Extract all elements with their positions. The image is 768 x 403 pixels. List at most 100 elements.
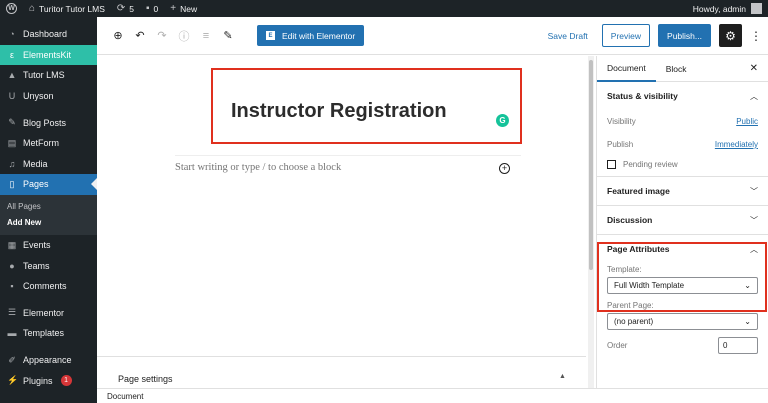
account-menu[interactable]: Howdy, admin (693, 3, 768, 14)
sidebar-item-unyson[interactable]: U Unyson (0, 86, 97, 107)
elementskit-icon: ε (9, 49, 14, 60)
avatar (751, 3, 762, 14)
sidebar-item-comments[interactable]: ▪ Comments (0, 276, 97, 297)
close-icon[interactable]: ✕ (750, 63, 758, 74)
title-divider (175, 155, 521, 156)
chevron-down-icon: ⌄ (744, 317, 751, 326)
sidebar-item-pages[interactable]: ▯ Pages (0, 174, 97, 195)
pending-review-checkbox[interactable] (607, 159, 616, 169)
refresh-icon: ⟳ (116, 3, 126, 14)
edit-with-elementor-button[interactable]: E Edit with Elementor (257, 25, 365, 46)
tools-pencil-icon[interactable]: ✎ (217, 25, 239, 47)
visibility-link[interactable]: Public (736, 117, 758, 126)
sidebar-item-events[interactable]: ▦ Events (0, 235, 97, 256)
visibility-label: Visibility (607, 117, 636, 126)
submenu-add-new[interactable]: Add New (0, 215, 97, 231)
publish-date-link[interactable]: Immediately (715, 140, 758, 149)
chevron-up-icon: ︿ (750, 244, 758, 254)
sidebar-item-blog-posts[interactable]: ✎ Blog Posts (0, 112, 97, 133)
site-name: Turitor Tutor LMS (39, 3, 105, 14)
chevron-up-icon: ︿ (750, 91, 758, 101)
admin-bar: W ⌂ Turitor Tutor LMS ⟳ 5 ▪ 0 + New Howd… (0, 0, 768, 17)
publish-label: Publish (607, 140, 634, 149)
parent-page-label: Parent Page: (607, 301, 654, 310)
parent-page-select[interactable]: (no parent) ⌄ (607, 313, 758, 330)
sidebar-item-tutor-lms[interactable]: ▲ Tutor LMS (0, 65, 97, 86)
page-attributes-section: Page Attributes ︿ Template: Full Width T… (597, 235, 768, 360)
sidebar-item-media[interactable]: ♫ Media (0, 154, 97, 175)
order-label: Order (607, 340, 628, 350)
page-settings-panel[interactable]: Page settings ▲ (97, 356, 586, 388)
sidebar-item-templates[interactable]: ▬ Templates (0, 323, 97, 344)
sidebar-item-teams[interactable]: ● Teams (0, 255, 97, 276)
howdy-text: Howdy, admin (692, 3, 746, 14)
status-visibility-section: Status & visibility ︿ Visibility Public … (597, 82, 768, 177)
site-name-link[interactable]: ⌂ Turitor Tutor LMS (23, 0, 111, 17)
inline-add-block-icon[interactable]: + (499, 163, 510, 174)
elementor-icon: ☰ (7, 307, 17, 318)
chevron-down-icon: ⌄ (744, 281, 751, 290)
settings-sidebar: Document Block ✕ Status & visibility ︿ V… (596, 56, 768, 388)
admin-sidebar: ◔ Dashboard ε ElementsKit ▲ Tutor LMS U … (0, 17, 97, 403)
comment-bubble-icon: ▪ (146, 3, 150, 14)
settings-gear-icon[interactable]: ⚙ (719, 24, 742, 47)
sidebar-item-elementskit[interactable]: ε ElementsKit (0, 44, 97, 66)
graduation-cap-icon: ▲ (7, 70, 17, 81)
updates-link[interactable]: ⟳ 5 (111, 0, 140, 17)
media-icon: ♫ (8, 158, 16, 169)
info-icon[interactable]: ⓘ (173, 25, 195, 47)
list-view-icon[interactable]: ≡ (195, 25, 217, 47)
editor-canvas: Instructor Registration G Start writing … (97, 56, 594, 388)
status-visibility-toggle[interactable]: Status & visibility ︿ (607, 82, 758, 110)
editor-toolbar: ⊕ ↶ ↷ ⓘ ≡ ✎ E Edit with Elementor Save D… (97, 17, 768, 55)
plus-icon: + (170, 3, 177, 14)
undo-icon[interactable]: ↶ (129, 25, 151, 47)
new-content-link[interactable]: + New (164, 0, 203, 17)
order-input[interactable]: 0 (718, 336, 758, 354)
page-settings-label: Page settings (118, 374, 173, 384)
template-select[interactable]: Full Width Template ⌄ (607, 277, 758, 294)
tab-block[interactable]: Block (656, 56, 697, 82)
save-draft-button[interactable]: Save Draft (548, 31, 588, 41)
comment-icon: ▪ (10, 281, 14, 292)
publish-button[interactable]: Publish... (658, 24, 711, 47)
scrollbar-thumb[interactable] (589, 60, 593, 270)
block-placeholder[interactable]: Start writing or type / to choose a bloc… (175, 162, 341, 173)
breadcrumb-document[interactable]: Document (107, 392, 143, 401)
sidebar-item-dashboard[interactable]: ◔ Dashboard (0, 24, 97, 45)
sidebar-item-appearance[interactable]: ✐ Appearance (0, 350, 97, 371)
more-options-icon[interactable]: ⋮ (750, 29, 762, 43)
user-icon: ● (9, 260, 15, 271)
unyson-icon: U (8, 91, 16, 102)
dashboard-icon: ◔ (9, 29, 15, 40)
post-title[interactable]: Instructor Registration (231, 100, 447, 123)
grammarly-icon[interactable]: G (496, 114, 509, 127)
add-block-icon[interactable]: ⊕ (107, 25, 129, 47)
folder-icon: ▬ (7, 328, 17, 339)
comments-link[interactable]: ▪ 0 (140, 0, 164, 17)
sidebar-item-metform[interactable]: ▤ MetForm (0, 133, 97, 154)
new-label: New (180, 3, 198, 14)
tab-document[interactable]: Document (597, 56, 656, 82)
discussion-section[interactable]: Discussion ﹀ (597, 206, 768, 235)
submenu-all-pages[interactable]: All Pages (0, 199, 97, 215)
template-label: Template: (607, 265, 642, 274)
page-attributes-toggle[interactable]: Page Attributes ︿ (607, 235, 758, 263)
pages-submenu: All Pages Add New (0, 194, 97, 235)
featured-image-section[interactable]: Featured image ﹀ (597, 177, 768, 206)
plugins-update-badge: 1 (60, 375, 72, 387)
canvas-scrollbar[interactable] (588, 56, 594, 388)
home-icon: ⌂ (29, 3, 36, 14)
pending-review-label: Pending review (623, 159, 678, 169)
sidebar-item-elementor[interactable]: ☰ Elementor (0, 303, 97, 324)
comments-count: 0 (153, 3, 159, 14)
sidebar-item-plugins[interactable]: ⚡ Plugins 1 (0, 370, 97, 391)
wordpress-icon: W (6, 3, 17, 14)
redo-icon[interactable]: ↷ (151, 25, 173, 47)
updates-count: 5 (129, 3, 134, 14)
pin-icon: ✎ (8, 117, 16, 128)
wordpress-logo-button[interactable]: W (0, 0, 23, 17)
caret-up-icon[interactable]: ▲ (559, 373, 566, 380)
chevron-down-icon: ﹀ (750, 186, 758, 196)
preview-button[interactable]: Preview (601, 24, 651, 47)
